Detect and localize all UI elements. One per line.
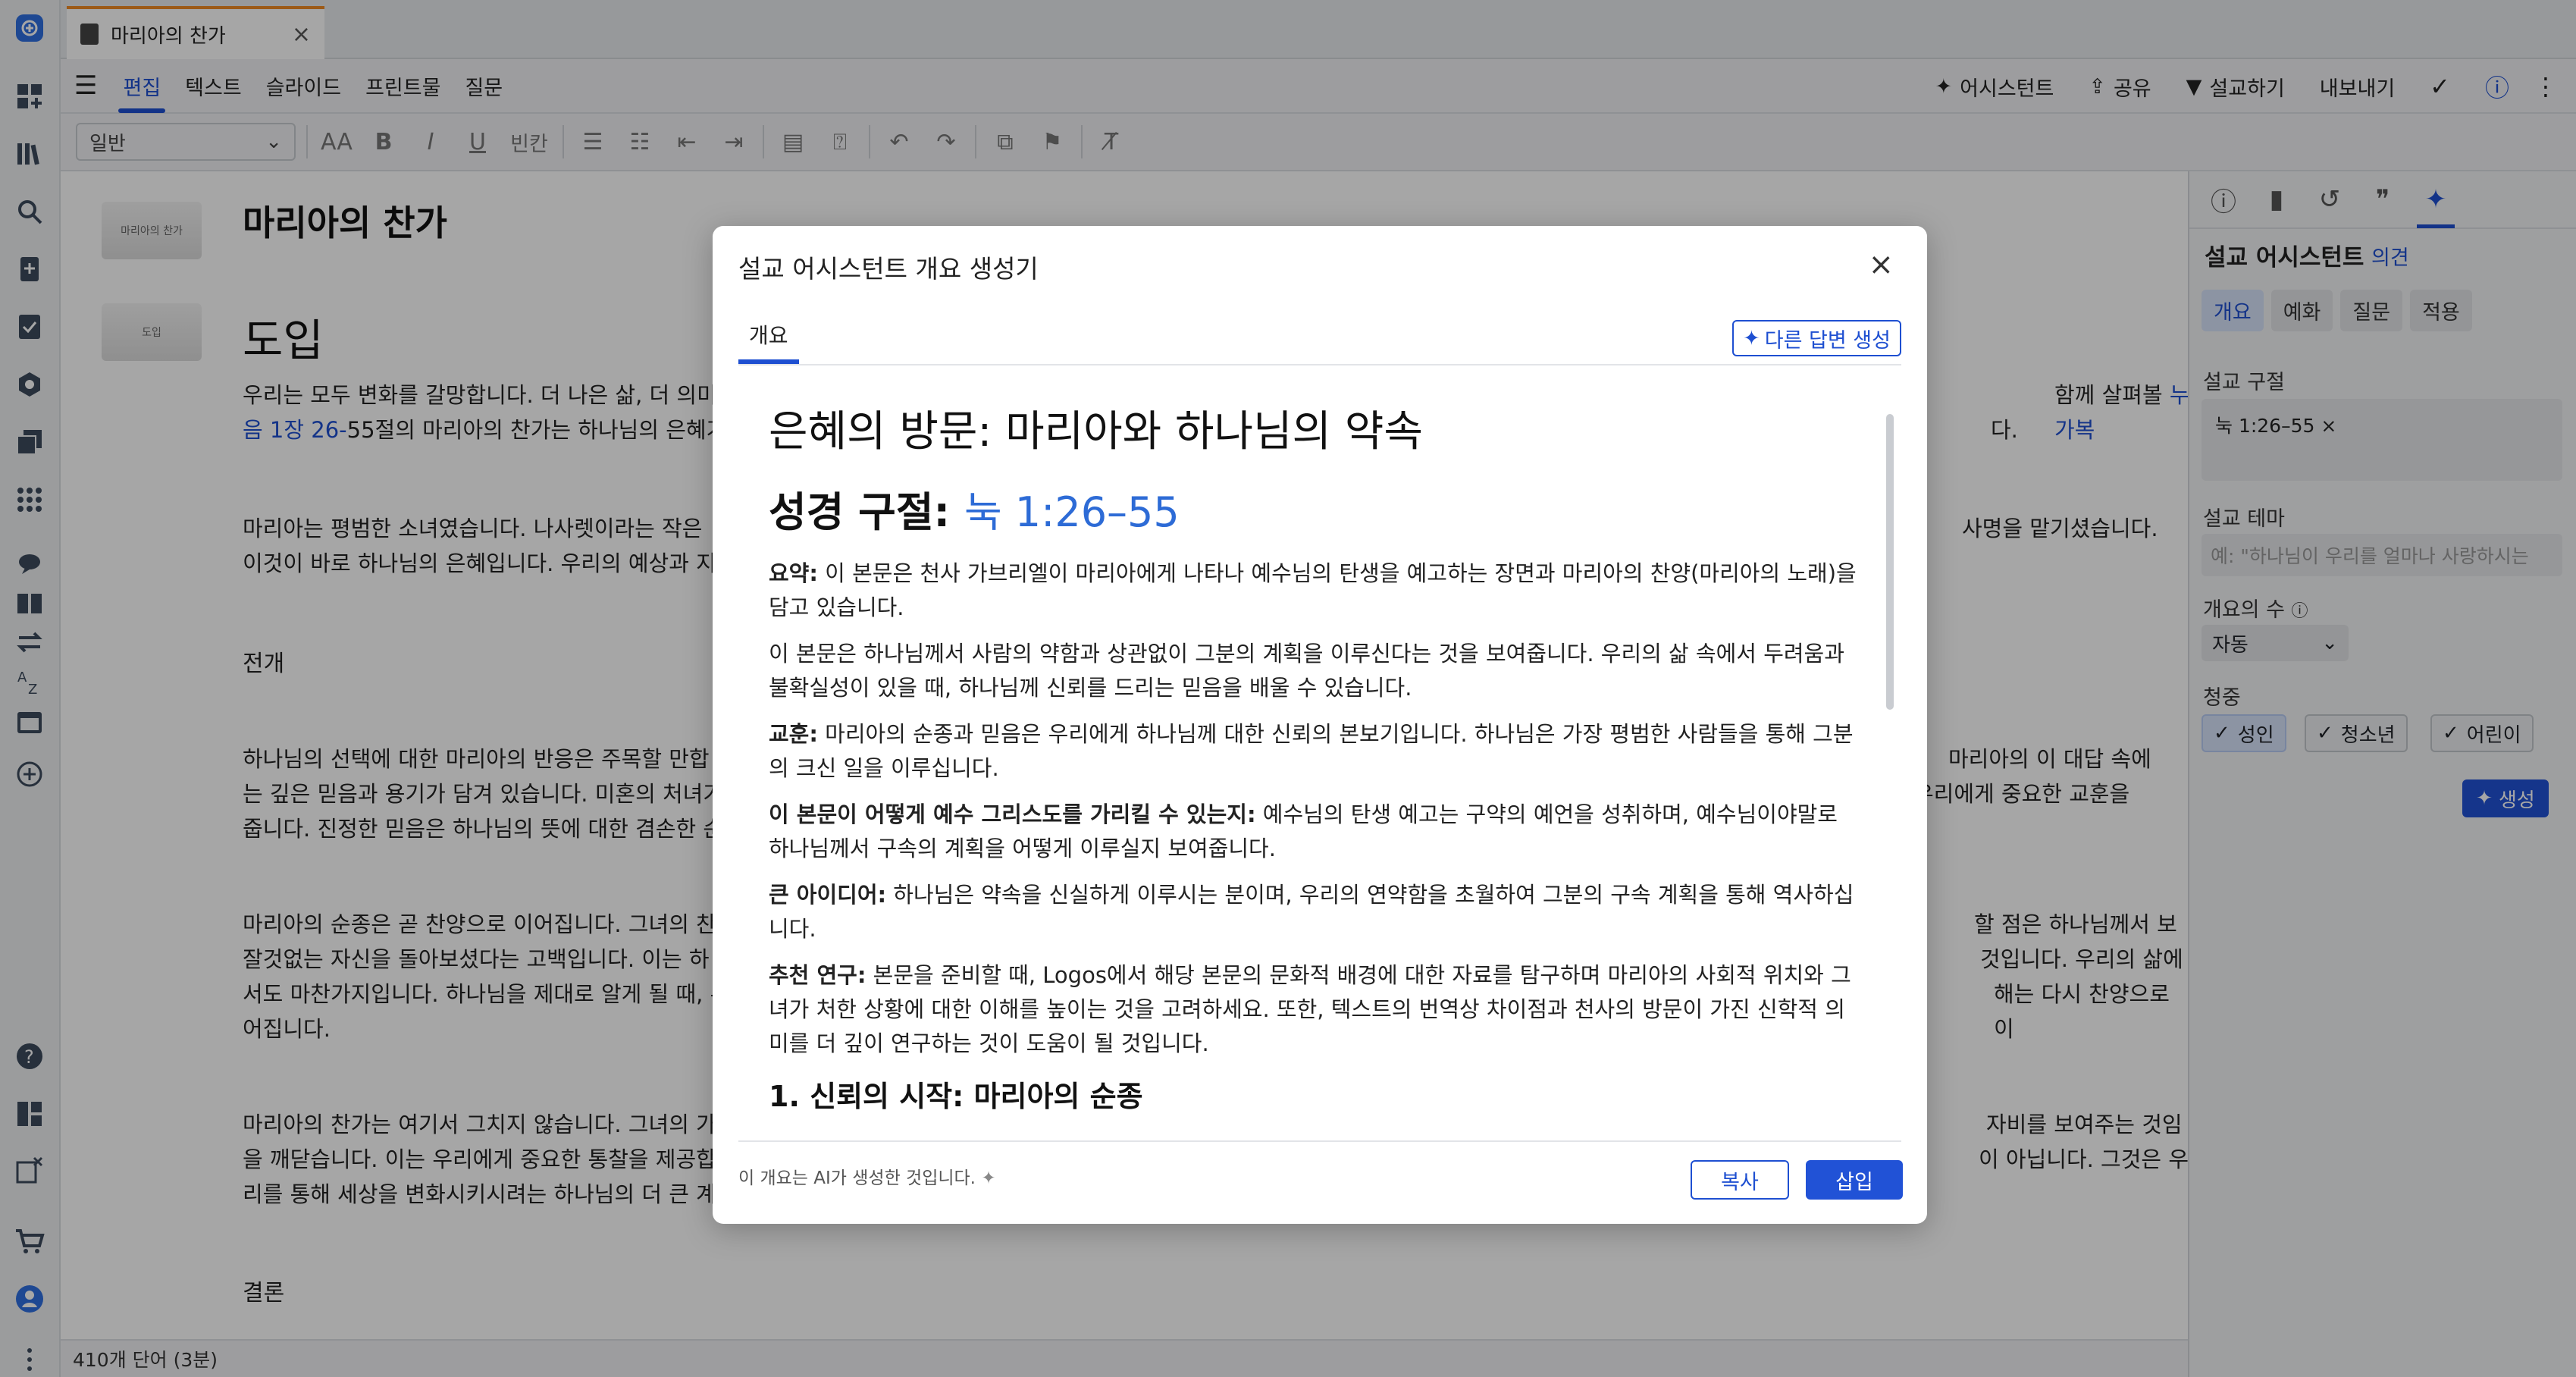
body-paragraph: 이 본문은 하나님께서 사람의 약함과 상관없이 그분의 계획을 이루신다는 것… xyxy=(769,641,1844,701)
close-icon[interactable]: × xyxy=(1868,247,1894,282)
study-paragraph: 추천 연구: 본문을 준비할 때, Logos에서 해당 본문의 문화적 배경에… xyxy=(769,962,1851,1056)
insert-button[interactable]: 삽입 xyxy=(1806,1160,1903,1200)
outline-content[interactable]: 은혜의 방문: 마리아와 하나님의 약속 성경 구절: 눅 1:26–55 요약… xyxy=(769,397,1860,1139)
scrollbar-thumb[interactable] xyxy=(1886,414,1894,710)
tab-outline[interactable]: 개요 xyxy=(738,309,799,364)
christ-paragraph: 이 본문이 어떻게 예수 그리스도를 가리킬 수 있는지: 예수님의 탄생 예고… xyxy=(769,801,1838,861)
passage-heading: 성경 구절: 눅 1:26–55 xyxy=(769,488,1180,536)
divider xyxy=(738,1140,1901,1142)
scrollbar[interactable] xyxy=(1886,388,1894,1139)
outline-point-heading: 1. 신뢰의 시작: 마리아의 순종 xyxy=(769,1080,1143,1113)
outline-generator-dialog: 설교 어시스턴트 개요 생성기 × 개요 ✦ 다른 답변 생성 은혜의 방문: 마… xyxy=(713,226,1927,1224)
dialog-title: 설교 어시스턴트 개요 생성기 xyxy=(738,254,1039,284)
sparkle-icon: ✦ xyxy=(1743,326,1760,350)
ai-disclaimer: 이 개요는 AI가 생성한 것입니다. ✦ xyxy=(738,1168,996,1188)
big-idea-paragraph: 큰 아이디어: 하나님은 약속을 신실하게 이루시는 분이며, 우리의 연약함을… xyxy=(769,882,1854,942)
summary-paragraph: 요약: 이 본문은 천사 가브리엘이 마리아에게 나타나 예수님의 탄생을 예고… xyxy=(769,560,1857,620)
lesson-paragraph: 교훈: 마리아의 순종과 믿음은 우리에게 하나님께 대한 신뢰의 본보기입니다… xyxy=(769,721,1854,781)
copy-button[interactable]: 복사 xyxy=(1691,1160,1789,1200)
scripture-link[interactable]: 눅 1:26–55 xyxy=(964,488,1180,536)
outline-title: 은혜의 방문: 마리아와 하나님의 약속 xyxy=(769,407,1423,456)
regenerate-button[interactable]: ✦ 다른 답변 생성 xyxy=(1732,320,1901,356)
divider xyxy=(738,364,1901,365)
sparkle-icon: ✦ xyxy=(981,1168,996,1188)
